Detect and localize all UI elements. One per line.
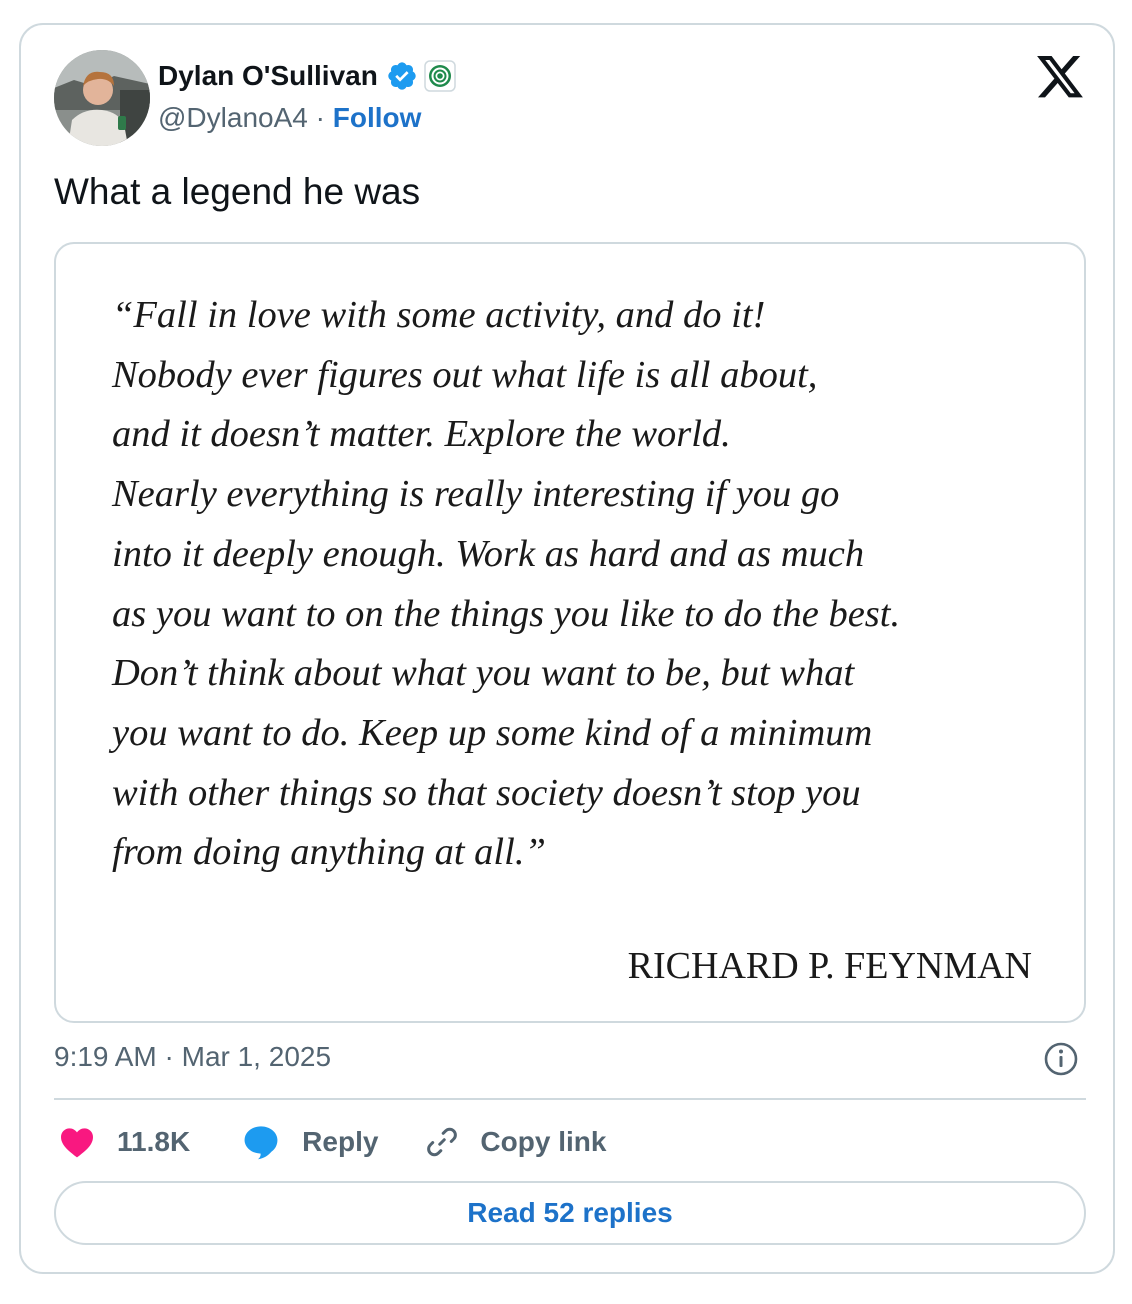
author-name-row: Dylan O'Sullivan — [158, 58, 456, 94]
quote-image[interactable]: “Fall in love with some activity, and do… — [54, 242, 1086, 1023]
read-replies-button[interactable]: Read 52 replies — [54, 1181, 1086, 1245]
action-bar: 11.8K Reply Copy link — [54, 1120, 606, 1164]
quote-line: Don’t think about what you want to be, b… — [112, 652, 855, 695]
quote-line: and it doesn’t matter. Explore the world… — [112, 413, 731, 456]
x-logo-icon[interactable] — [1037, 56, 1083, 98]
follow-button[interactable]: Follow — [333, 102, 422, 133]
author-display-name[interactable]: Dylan O'Sullivan — [158, 60, 378, 92]
info-icon[interactable] — [1043, 1041, 1079, 1077]
copy-link-button[interactable]: Copy link — [424, 1124, 606, 1160]
copy-link-label: Copy link — [480, 1126, 607, 1157]
link-icon — [424, 1124, 460, 1160]
like-count: 11.8K — [117, 1126, 191, 1157]
avatar[interactable] — [54, 50, 150, 146]
quote-text: “Fall in love with some activity, and do… — [112, 286, 1072, 883]
quote-attribution: RICHARD P. FEYNMAN — [627, 945, 1032, 987]
heart-icon — [59, 1126, 95, 1158]
quote-line: from doing anything at all.” — [112, 831, 546, 874]
reply-bubble-icon — [242, 1124, 280, 1160]
reply-button[interactable]: Reply — [242, 1124, 378, 1160]
author-handle[interactable]: @DylanoA4 — [158, 102, 308, 133]
quote-line: with other things so that society doesn’… — [112, 771, 861, 814]
tweet-card: Dylan O'Sullivan @DylanoA4 · Follow What… — [19, 23, 1115, 1274]
quote-line: Nearly everything is really interesting … — [112, 473, 840, 516]
tweet-timestamp[interactable]: 9:19 AM · Mar 1, 2025 — [54, 1041, 331, 1073]
tweet-text: What a legend he was — [54, 171, 421, 212]
divider — [54, 1098, 1086, 1100]
verified-badge-icon — [386, 60, 418, 92]
quote-line: Nobody ever figures out what life is all… — [112, 353, 818, 396]
handle-separator: · — [307, 102, 333, 133]
concentric-circles-badge-icon[interactable] — [424, 60, 456, 92]
reply-label: Reply — [302, 1126, 379, 1157]
like-button[interactable]: 11.8K — [59, 1126, 190, 1158]
quote-line: you want to do. Keep up some kind of a m… — [112, 711, 873, 754]
author-handle-row: @DylanoA4 · Follow — [158, 102, 421, 134]
quote-line: as you want to on the things you like to… — [112, 592, 901, 635]
quote-line: into it deeply enough. Work as hard and … — [112, 532, 865, 575]
quote-line: “Fall in love with some activity, and do… — [112, 294, 766, 336]
avatar-photo — [54, 50, 150, 146]
